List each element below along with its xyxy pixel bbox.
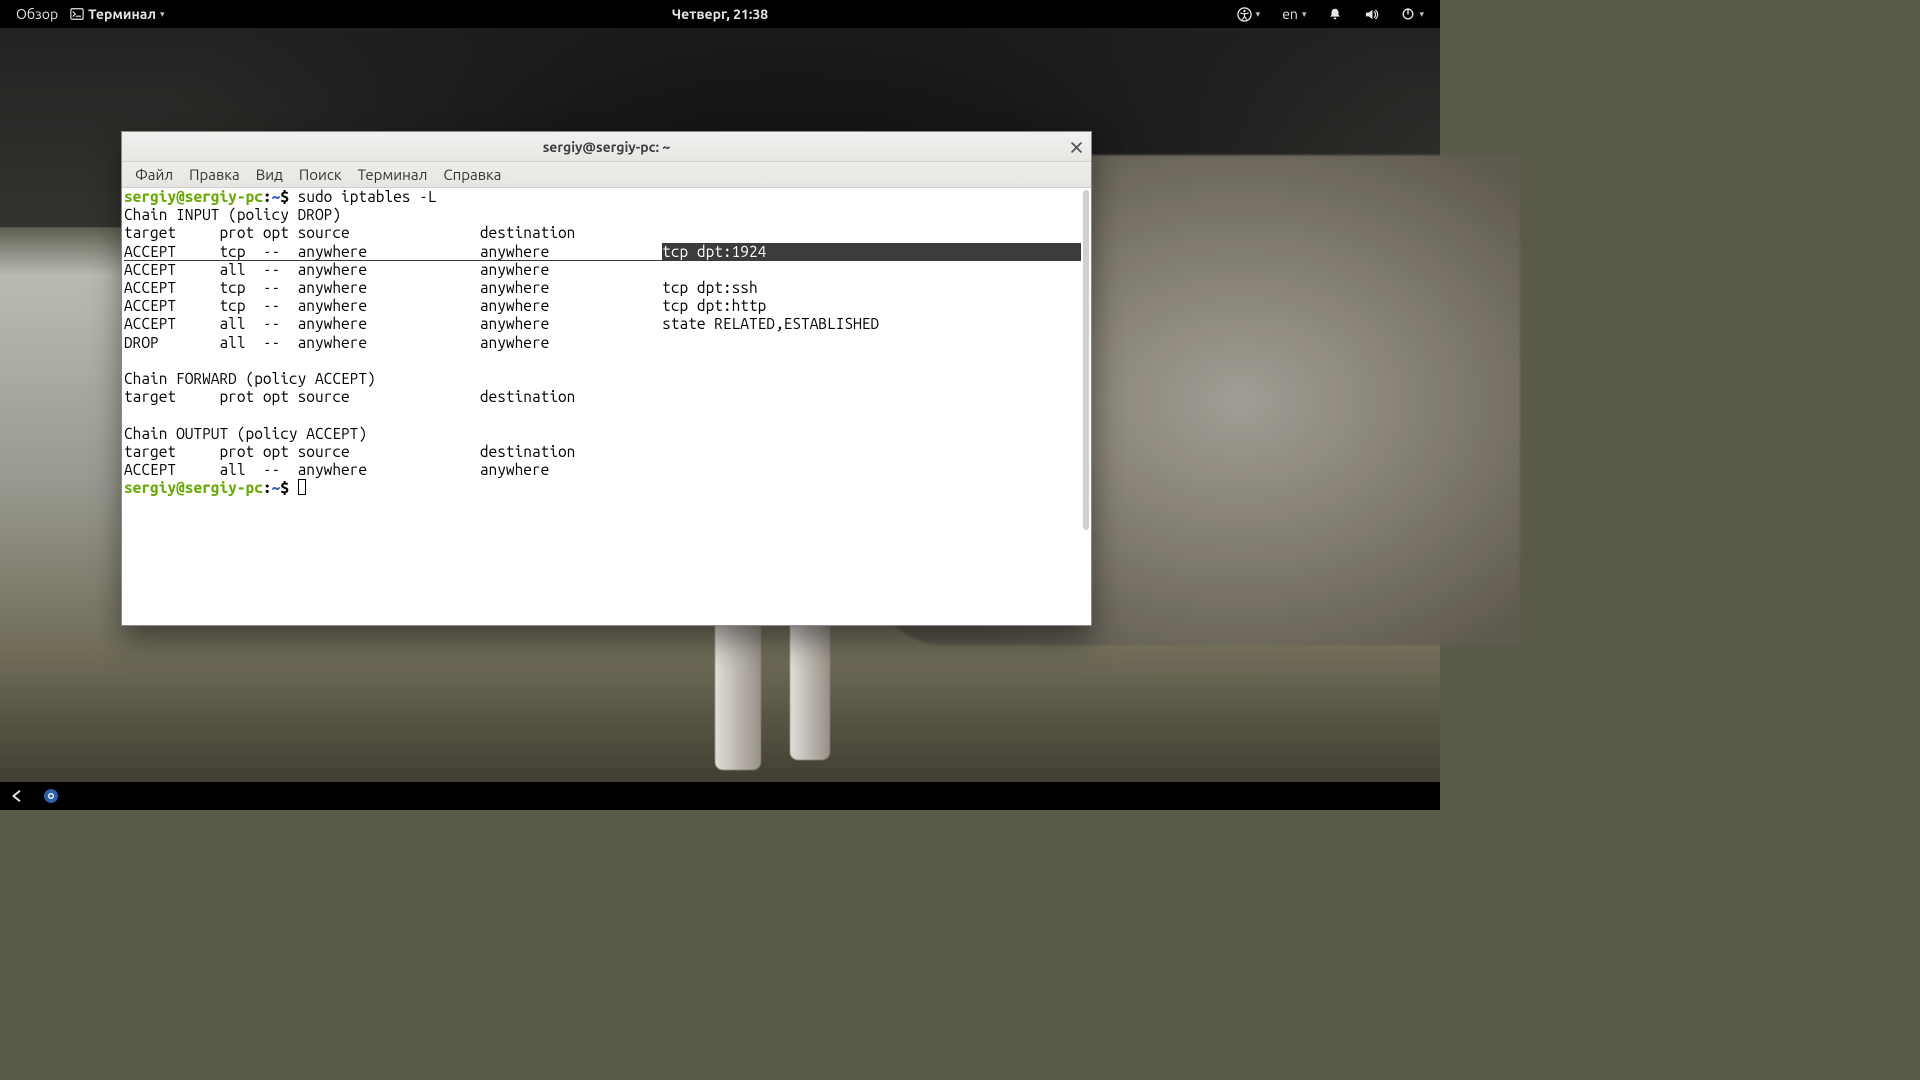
volume-button[interactable] [1358, 7, 1385, 22]
activities-label: Обзор [16, 6, 58, 22]
keyboard-layout-label: en [1282, 6, 1298, 22]
chevron-down-icon: ▾ [1302, 9, 1307, 20]
focused-app-label: Терминал [88, 6, 156, 22]
menubar: Файл Правка Вид Поиск Терминал Справка [122, 162, 1091, 188]
menu-file[interactable]: Файл [128, 164, 180, 185]
terminal-icon [70, 7, 84, 21]
terminal-cursor [298, 479, 307, 495]
chevron-left-icon [11, 790, 23, 802]
activities-button[interactable]: Обзор [10, 6, 64, 22]
chromium-icon [43, 788, 59, 804]
bottom-panel [0, 782, 1440, 810]
window-title: sergiy@sergiy-pc: ~ [543, 139, 671, 155]
wallpaper-shape [715, 610, 761, 770]
scrollbar[interactable] [1083, 190, 1089, 530]
power-icon [1401, 7, 1415, 21]
terminal-viewport[interactable]: sergiy@sergiy-pc:~$ sudo iptables -L Cha… [122, 188, 1091, 625]
clock-label: Четверг, 21:38 [672, 6, 768, 22]
clock[interactable]: Четверг, 21:38 [672, 6, 768, 22]
volume-icon [1364, 7, 1379, 22]
focused-app-menu[interactable]: Терминал ▾ [64, 6, 170, 22]
menu-help[interactable]: Справка [436, 164, 508, 185]
chevron-down-icon: ▾ [1256, 9, 1261, 20]
terminal-window: sergiy@sergiy-pc: ~ Файл Правка Вид Поис… [121, 131, 1092, 626]
notifications-button[interactable] [1322, 7, 1348, 21]
accessibility-icon [1237, 7, 1252, 22]
chevron-down-icon: ▾ [160, 9, 165, 20]
taskbar-app-chromium[interactable] [40, 785, 62, 807]
titlebar[interactable]: sergiy@sergiy-pc: ~ [122, 132, 1091, 162]
menu-search[interactable]: Поиск [292, 164, 349, 185]
bell-icon [1328, 7, 1342, 21]
top-panel: Обзор Терминал ▾ Четверг, 21:38 ▾ en ▾ [0, 0, 1440, 28]
accessibility-menu[interactable]: ▾ [1231, 7, 1267, 22]
close-button[interactable] [1067, 138, 1085, 156]
chevron-down-icon: ▾ [1419, 9, 1424, 20]
menu-terminal[interactable]: Терминал [351, 164, 435, 185]
menu-edit[interactable]: Правка [182, 164, 247, 185]
close-icon [1071, 142, 1082, 153]
menu-view[interactable]: Вид [249, 164, 290, 185]
system-menu[interactable]: ▾ [1395, 7, 1430, 21]
keyboard-layout-menu[interactable]: en ▾ [1276, 6, 1312, 22]
back-button[interactable] [6, 785, 28, 807]
